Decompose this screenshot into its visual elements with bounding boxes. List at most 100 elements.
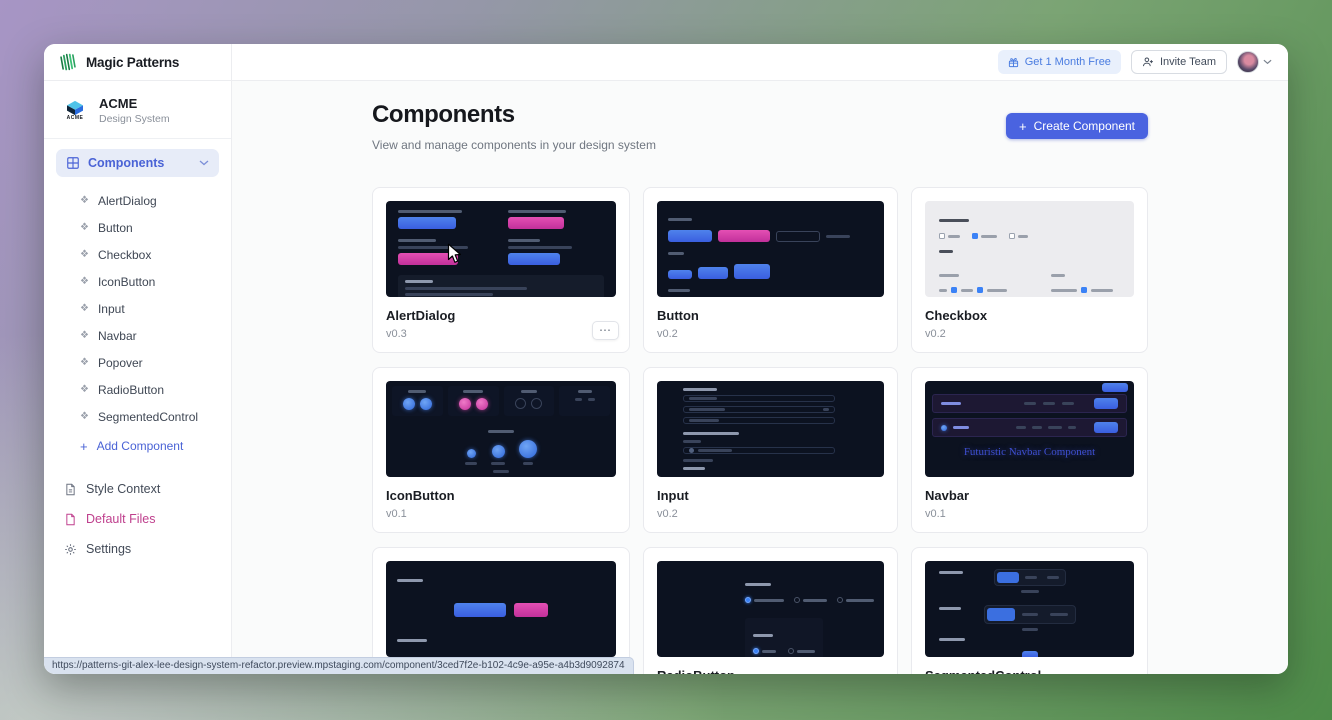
button-thumb-icons <box>668 279 873 297</box>
sidebar-item-radiobutton[interactable]: ❖ RadioButton <box>56 376 219 403</box>
component-icon: ❖ <box>80 250 89 260</box>
sidebar-item-label: Popover <box>98 356 143 370</box>
popover-thumb-triggers <box>397 603 605 617</box>
topbar-actions: Get 1 Month Free Invite Team <box>998 44 1288 80</box>
topbar: Magic Patterns Get 1 Month Free Invite T… <box>44 44 1288 81</box>
sidebar-item-button[interactable]: ❖Button <box>56 214 219 241</box>
add-component-button[interactable]: + Add Component <box>56 432 219 460</box>
status-url-bar: https://patterns-git-alex-lee-design-sys… <box>44 657 634 674</box>
alertdialog-thumb-buttons <box>386 201 616 271</box>
checkbox-thumbnail <box>925 201 1134 297</box>
card-version: v0.2 <box>657 328 884 340</box>
sidebar-item-label: Button <box>98 221 133 235</box>
component-icon: ❖ <box>80 358 89 368</box>
sidebar-item-label: Checkbox <box>98 248 151 262</box>
card-title: AlertDialog <box>386 308 616 323</box>
person-plus-icon <box>1142 56 1154 68</box>
page-header-text: Components View and manage components in… <box>372 101 656 152</box>
navbar-thumb-caption: Futuristic Navbar Component <box>925 446 1134 458</box>
card-input[interactable]: Input v0.2 <box>643 367 898 533</box>
sidebar-item-alertdialog[interactable]: ❖ AlertDialog <box>56 187 219 214</box>
get-month-free-label: Get 1 Month Free <box>1025 56 1111 68</box>
segmentedcontrol-thumbnail <box>925 561 1134 657</box>
radiobutton-thumb-group-1 <box>745 573 874 603</box>
radiobutton-thumbnail <box>657 561 884 657</box>
segmentedcontrol-thumb-row-1 <box>939 569 1120 593</box>
workspace-switcher[interactable]: ACME ACME Design System <box>44 87 231 139</box>
sidebar-item-input[interactable]: ❖ Input <box>56 295 219 322</box>
card-alertdialog[interactable]: AlertDialog v0.3 ⋯ <box>372 187 630 353</box>
card-menu-button[interactable]: ⋯ <box>592 321 619 340</box>
popover-thumbnail <box>386 561 616 657</box>
checkbox-thumb-sizes <box>939 233 1120 239</box>
sidebar: ACME ACME Design System Components ❖ Aler… <box>44 81 232 674</box>
component-icon: ❖ <box>80 385 89 395</box>
card-button[interactable]: Button v0.2 <box>643 187 898 353</box>
sidebar-item-label: Navbar <box>98 329 137 343</box>
card-checkbox[interactable]: Checkbox v0.2 <box>911 187 1148 353</box>
sidebar-item-label: AlertDialog <box>98 194 157 208</box>
sidebar-item-settings[interactable]: Settings <box>56 534 219 564</box>
card-iconbutton[interactable]: IconButton v0.1 <box>372 367 630 533</box>
card-version: v0.2 <box>925 328 1134 340</box>
sidebar-nav-components[interactable]: Components <box>56 149 219 177</box>
sidebar-item-style-context[interactable]: Style Context <box>56 474 219 504</box>
card-title: SegmentedControl <box>925 668 1134 674</box>
workspace-info: ACME Design System <box>99 96 170 125</box>
app-body: ACME ACME Design System Components ❖ Aler… <box>44 81 1288 674</box>
brand-logo-cell[interactable]: Magic Patterns <box>44 44 232 80</box>
component-icon: ❖ <box>80 196 89 206</box>
get-month-free-button[interactable]: Get 1 Month Free <box>998 50 1121 74</box>
main-content: Components View and manage components in… <box>232 81 1288 674</box>
acme-logo-text: ACME <box>67 115 84 121</box>
navbar-thumb-bar-2 <box>932 418 1127 437</box>
create-component-button[interactable]: + Create Component <box>1006 113 1148 139</box>
card-version: v0.1 <box>925 508 1134 520</box>
sidebar-item-label: SegmentedControl <box>98 410 198 424</box>
workspace-subtitle: Design System <box>99 113 170 125</box>
card-segmentedcontrol[interactable]: SegmentedControl v0.2 <box>911 547 1148 674</box>
card-title: RadioButton <box>657 668 884 674</box>
avatar <box>1237 51 1259 73</box>
sidebar-item-label: RadioButton <box>98 383 164 397</box>
card-popover[interactable]: Popover v0.2 <box>372 547 630 674</box>
create-component-label: Create Component <box>1034 119 1135 133</box>
card-version: v0.3 <box>386 328 616 340</box>
page-header: Components View and manage components in… <box>372 101 1148 152</box>
default-files-label: Default Files <box>86 512 155 526</box>
button-thumb-variants <box>668 208 873 242</box>
app-window: Magic Patterns Get 1 Month Free Invite T… <box>44 44 1288 674</box>
chevron-down-icon <box>1263 59 1272 65</box>
invite-team-button[interactable]: Invite Team <box>1131 50 1227 74</box>
card-navbar[interactable]: Futuristic Navbar Component Navbar v0.1 <box>911 367 1148 533</box>
sidebar-item-default-files[interactable]: Default Files <box>56 504 219 534</box>
component-icon: ❖ <box>80 277 89 287</box>
sidebar-item-segmentedcontrol[interactable]: ❖SegmentedControl <box>56 403 219 430</box>
style-context-label: Style Context <box>86 482 160 496</box>
components-grid: AlertDialog v0.3 ⋯ <box>372 187 1148 674</box>
navbar-thumb-bar-1 <box>932 394 1127 413</box>
checkbox-thumb-states <box>939 264 1120 297</box>
component-icon: ❖ <box>80 304 89 314</box>
user-menu[interactable] <box>1237 51 1272 73</box>
iconbutton-thumb-sizes <box>386 430 616 465</box>
card-version: v0.1 <box>386 508 616 520</box>
card-title: Button <box>657 308 884 323</box>
settings-label: Settings <box>86 542 131 556</box>
card-title: Checkbox <box>925 308 1134 323</box>
alertdialog-thumbnail <box>386 201 616 297</box>
sidebar-secondary-nav: Style Context Default Files Settings <box>44 474 231 564</box>
file-text-icon <box>64 483 77 496</box>
sidebar-item-navbar[interactable]: ❖Navbar <box>56 322 219 349</box>
sidebar-item-popover[interactable]: ❖ Popover <box>56 349 219 376</box>
sidebar-item-label: Input <box>98 302 125 316</box>
magic-patterns-logo-icon <box>58 52 78 72</box>
sidebar-item-checkbox[interactable]: ❖ Checkbox <box>56 241 219 268</box>
card-radiobutton[interactable]: RadioButton v0.1 <box>643 547 898 674</box>
card-title: Navbar <box>925 488 1134 503</box>
card-title: IconButton <box>386 488 616 503</box>
sidebar-item-iconbutton[interactable]: ❖IconButton <box>56 268 219 295</box>
plus-icon: + <box>80 440 88 453</box>
page-title: Components <box>372 101 656 129</box>
card-version: v0.2 <box>657 508 884 520</box>
